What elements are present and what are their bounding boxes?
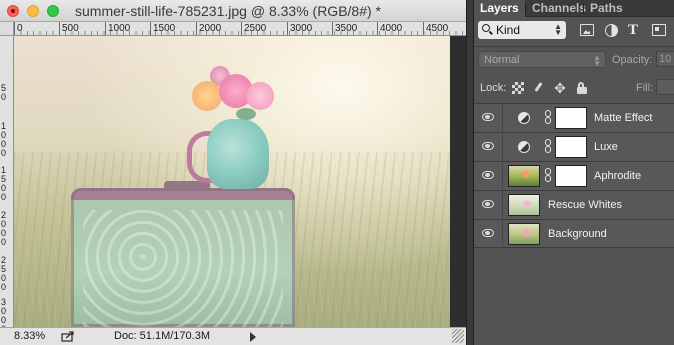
ruler-label: 1 5 0 0	[1, 165, 7, 202]
adjustment-layer-icon	[518, 112, 530, 124]
lock-label: Lock:	[480, 82, 507, 94]
fill-label: Fill:	[636, 82, 654, 94]
panel-divider[interactable]	[466, 0, 474, 345]
lock-transparency-icon[interactable]	[512, 82, 524, 94]
ruler-label: 2000	[199, 23, 222, 34]
zoom-level-field[interactable]: 8.33%	[14, 330, 45, 342]
ruler-label: 1500	[153, 23, 176, 34]
close-window-button[interactable]	[7, 5, 19, 17]
lock-position-move-icon[interactable]: ✥	[554, 81, 566, 95]
layer-mask-thumbnail[interactable]	[555, 107, 587, 129]
layer-thumbnail[interactable]	[508, 165, 540, 187]
tab-channels[interactable]: Channels	[526, 0, 586, 17]
ruler-label: 3 0 0 0	[1, 297, 7, 328]
select-arrows-icon: ▲ ▼	[593, 53, 601, 68]
layer-name[interactable]: Aphrodite	[594, 170, 641, 182]
lock-all-icon[interactable]	[576, 82, 588, 94]
visibility-eye-icon[interactable]	[482, 142, 494, 150]
vertical-scrollbar[interactable]	[450, 36, 466, 327]
document-titlebar[interactable]: summer-still-life-785231.jpg @ 8.33% (RG…	[0, 0, 466, 22]
link-chain-icon[interactable]	[545, 168, 551, 182]
panel-tabs: Layers Channels Paths	[474, 0, 674, 17]
link-chain-icon[interactable]	[545, 139, 551, 153]
layer-name[interactable]: Matte Effect	[594, 112, 653, 124]
color-haze	[14, 36, 450, 327]
layer-name[interactable]: Luxe	[594, 141, 618, 153]
resize-grip-icon[interactable]	[452, 329, 464, 343]
select-arrows-icon: ▲ ▼	[554, 22, 562, 37]
blend-mode-select[interactable]: Normal ▲ ▼	[478, 51, 606, 68]
layer-thumbnail[interactable]	[508, 223, 540, 245]
layers-list: Matte Effect Luxe Aphrodite Rescue White…	[474, 103, 674, 248]
fill-input[interactable]	[656, 79, 674, 95]
filter-kind-label: Kind	[496, 23, 521, 37]
document-title: summer-still-life-785231.jpg @ 8.33% (RG…	[75, 3, 381, 19]
ruler-label: 2500	[244, 23, 267, 34]
ruler-label: 3000	[290, 23, 313, 34]
document-size-info: Doc: 51.1M/170.3M	[114, 330, 210, 342]
blend-row: Normal ▲ ▼ Opacity: 10	[474, 46, 674, 71]
ruler-label: 1000	[108, 23, 131, 34]
layer-name[interactable]: Background	[548, 228, 607, 240]
layer-row[interactable]: Luxe	[474, 132, 674, 161]
adjustment-filter-icon[interactable]	[605, 24, 618, 37]
layer-row[interactable]: Aphrodite	[474, 161, 674, 190]
layer-row[interactable]: Background	[474, 219, 674, 248]
visibility-eye-icon[interactable]	[482, 200, 494, 208]
document-window: summer-still-life-785231.jpg @ 8.33% (RG…	[0, 0, 466, 345]
ruler-label: 3500	[335, 23, 358, 34]
image-filter-icon[interactable]	[580, 24, 594, 36]
visibility-eye-icon[interactable]	[482, 229, 494, 237]
status-bar: 8.33% Doc: 51.1M/170.3M	[0, 327, 466, 345]
visibility-eye-icon[interactable]	[482, 171, 494, 179]
opacity-input[interactable]: 10	[656, 51, 674, 67]
ruler-label: 2 5 0 0	[1, 255, 7, 292]
layer-name[interactable]: Rescue Whites	[548, 199, 622, 211]
ruler-origin[interactable]	[0, 22, 14, 36]
ruler-label: 4500	[426, 23, 449, 34]
ruler-label: 500	[62, 23, 79, 34]
lock-pixels-brush-icon[interactable]	[532, 82, 544, 94]
maximize-window-button[interactable]	[47, 5, 59, 17]
search-icon	[482, 24, 490, 32]
layer-filter-row: Kind ▲ ▼ T	[474, 18, 674, 44]
horizontal-ruler[interactable]: 0 500 1000 1500 2000 2500 3000 3500 4000…	[14, 22, 466, 36]
blend-mode-value: Normal	[484, 54, 520, 66]
status-menu-arrow-icon[interactable]	[250, 332, 256, 342]
layer-mask-thumbnail[interactable]	[555, 136, 587, 158]
ruler-label: 1 0 0 0	[1, 121, 7, 158]
layer-thumbnail[interactable]	[508, 194, 540, 216]
layers-panel: Layers Channels Paths Kind ▲ ▼ T Normal ▲…	[474, 0, 674, 345]
layer-mask-thumbnail[interactable]	[555, 165, 587, 187]
ruler-label: 5 0	[1, 83, 7, 102]
tab-paths[interactable]: Paths	[584, 0, 624, 17]
filter-kind-select[interactable]: Kind ▲ ▼	[478, 21, 566, 39]
type-filter-icon[interactable]: T	[626, 23, 640, 38]
layer-row[interactable]: Rescue Whites	[474, 190, 674, 219]
ruler-label: 4000	[380, 23, 403, 34]
link-chain-icon[interactable]	[545, 110, 551, 124]
minimize-window-button[interactable]	[27, 5, 39, 17]
shape-filter-icon[interactable]	[652, 24, 666, 36]
lock-row: Lock: ✥ Fill:	[474, 74, 674, 100]
vertical-ruler[interactable]: 5 0 1 0 0 0 1 5 0 0 2 0 0 0 2 5 0 0 3 0 …	[0, 36, 14, 327]
layer-row[interactable]: Matte Effect	[474, 103, 674, 132]
tab-layers[interactable]: Layers	[474, 0, 525, 17]
ruler-label: 2 0 0 0	[1, 210, 7, 247]
adjustment-layer-icon	[518, 141, 530, 153]
opacity-label: Opacity:	[612, 54, 653, 66]
visibility-eye-icon[interactable]	[482, 113, 494, 121]
ruler-label: 0	[17, 23, 23, 34]
image-canvas[interactable]	[14, 36, 450, 327]
share-icon[interactable]	[61, 330, 75, 342]
